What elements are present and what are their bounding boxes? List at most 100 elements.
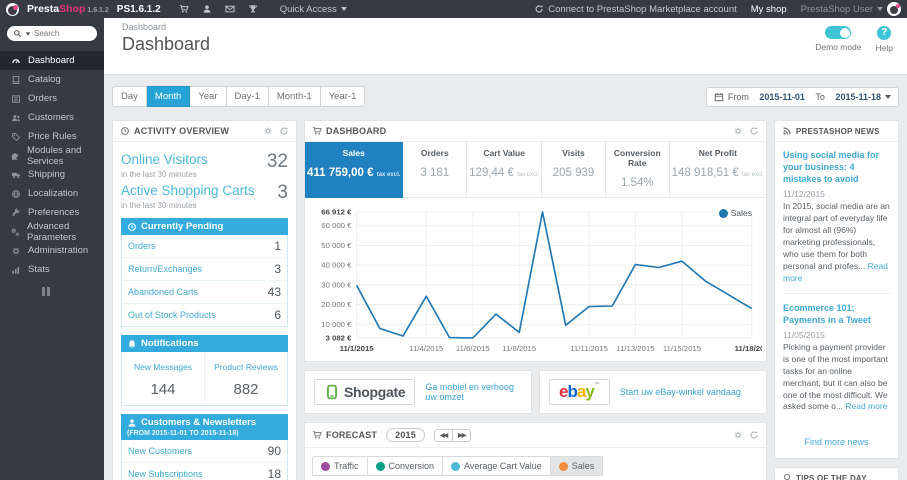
sidebar-item-advanced-parameters[interactable]: Advanced Parameters xyxy=(0,220,104,243)
envelope-icon[interactable] xyxy=(225,4,235,14)
sidebar-item-price-rules[interactable]: Price Rules xyxy=(0,127,104,146)
activity-row: New Subscriptions 18 xyxy=(122,463,287,480)
kpi-visits[interactable]: Visits 205 939 xyxy=(542,142,606,198)
kpi-label: Orders xyxy=(420,148,449,158)
marketplace-link[interactable]: Connect to PrestaShop Marketplace accoun… xyxy=(534,4,737,15)
activity-row-link[interactable]: Return/Exchanges xyxy=(128,264,202,274)
kpi-value: 3 181 xyxy=(420,167,450,179)
sidebar-item-shipping[interactable]: Shipping xyxy=(0,165,104,184)
kpi-value: 1.54% xyxy=(620,177,654,189)
svg-text:50 000 €: 50 000 € xyxy=(321,241,352,250)
notification-stat: Product Reviews 882 xyxy=(205,352,287,405)
chart-legend[interactable]: Sales xyxy=(718,208,752,218)
gear-icon[interactable] xyxy=(263,126,273,136)
collapse-menu-button[interactable] xyxy=(42,287,104,296)
notification-link[interactable]: Product Reviews xyxy=(214,362,278,372)
read-more-link[interactable]: Read more xyxy=(783,261,888,283)
range-button-day-1[interactable]: Day-1 xyxy=(226,86,269,107)
sidebar-item-catalog[interactable]: Catalog xyxy=(0,70,104,89)
refresh-icon[interactable] xyxy=(749,126,759,136)
range-button-year[interactable]: Year xyxy=(190,86,227,107)
kpi-sales[interactable]: Sales 411 759,00 € tax excl. xyxy=(305,142,404,198)
find-more-news-link[interactable]: Find more news xyxy=(804,437,868,447)
article-title-link[interactable]: Ecommerce 101: Payments in a Tweet xyxy=(783,302,890,326)
sidebar-item-modules-and-services[interactable]: Modules and Services xyxy=(0,145,104,167)
next-year-button[interactable]: ▶▶ xyxy=(452,428,472,442)
notification-value: 144 xyxy=(150,381,176,398)
trophy-icon[interactable] xyxy=(248,4,258,14)
read-more-link[interactable]: Read more xyxy=(845,401,887,411)
sidebar-item-dashboard[interactable]: Dashboard xyxy=(0,51,104,70)
sidebar-item-label: Customers xyxy=(28,112,74,123)
forecast-legend-sales[interactable]: Sales xyxy=(550,457,603,475)
sidebar-item-customers[interactable]: Customers xyxy=(0,108,104,127)
activity-row-link[interactable]: New Customers xyxy=(128,446,192,456)
ebay-link[interactable]: Start uw eBay-winkel vandaag xyxy=(620,387,741,397)
activity-row-link[interactable]: New Subscriptions xyxy=(128,469,203,479)
shopgate-link[interactable]: Ga mobiel en verhoog uw omzet xyxy=(425,382,522,402)
search-input[interactable] xyxy=(34,29,86,38)
article-body: Picking a payment provider is one of the… xyxy=(783,341,888,412)
sidebar-item-stats[interactable]: Stats xyxy=(0,260,104,279)
sidebar-search[interactable] xyxy=(7,26,97,41)
legend-label: Sales xyxy=(571,461,595,471)
kpi-net-profit[interactable]: Net Profit 148 918,51 € tax excl. xyxy=(669,142,766,198)
sidebar-item-preferences[interactable]: Preferences xyxy=(0,203,104,222)
refresh-icon[interactable] xyxy=(749,430,759,440)
activity-row-link[interactable]: Abandoned Carts xyxy=(128,287,198,297)
person-icon[interactable] xyxy=(202,4,212,14)
range-button-day[interactable]: Day xyxy=(112,86,147,107)
activity-stat-link[interactable]: Online Visitors xyxy=(121,152,208,167)
help-icon[interactable]: ? xyxy=(877,26,892,40)
globe-icon xyxy=(10,189,21,199)
search-icon xyxy=(13,29,22,38)
cart-icon[interactable] xyxy=(179,4,189,14)
news-article: Ecommerce 101: Payments in a Tweet 11/05/… xyxy=(783,302,890,422)
kpi-cart-value[interactable]: Cart Value 129,44 € tax excl. xyxy=(467,142,543,198)
legend-dot-icon xyxy=(558,461,568,471)
shopgate-banner[interactable]: Shopgate Ga mobiel en verhoog uw omzet xyxy=(304,370,532,414)
kpi-orders[interactable]: Orders 3 181 xyxy=(403,142,468,198)
date-range-button[interactable]: From 2015-11-01 To 2015-11-18 xyxy=(705,86,899,107)
range-button-month-1[interactable]: Month-1 xyxy=(268,86,321,107)
activity-stat-link[interactable]: Active Shopping Carts xyxy=(121,183,255,198)
kpi-conversion-rate[interactable]: Conversion Rate 1.54% xyxy=(605,142,670,198)
gear-icon[interactable] xyxy=(733,126,743,136)
range-button-month[interactable]: Month xyxy=(146,86,191,107)
sidebar-item-orders[interactable]: Orders xyxy=(0,89,104,108)
gear-icon[interactable] xyxy=(733,430,743,440)
tips-of-the-day-panel: TIPS OF THE DAY ingenico Paymentservices… xyxy=(774,467,899,480)
gears-icon xyxy=(10,227,20,237)
refresh-icon[interactable] xyxy=(279,126,289,136)
clock-icon xyxy=(127,222,137,232)
activity-row-link[interactable]: Orders xyxy=(128,241,156,251)
activity-big-stat: Online Visitors in the last 30 minutes 32 xyxy=(121,151,288,179)
range-button-year-1[interactable]: Year-1 xyxy=(320,86,366,107)
forecast-legend-average-cart-value[interactable]: Average Cart Value xyxy=(443,457,551,475)
gauge-icon xyxy=(10,56,21,66)
demo-mode-toggle[interactable] xyxy=(825,26,852,39)
legend-dot-icon xyxy=(718,208,728,218)
previous-year-button[interactable]: ◀◀ xyxy=(433,428,453,442)
activity-row-link[interactable]: Out of Stock Products xyxy=(128,310,216,320)
sidebar-item-administration[interactable]: Administration xyxy=(0,241,104,260)
section-title: Notifications xyxy=(141,338,199,349)
svg-text:3 082 €: 3 082 € xyxy=(326,334,353,343)
modules-icon xyxy=(10,151,20,161)
sidebar-item-localization[interactable]: Localization xyxy=(0,184,104,203)
activity-section: Customers & Newsletters (FROM 2015-11-01 … xyxy=(121,414,288,480)
ebay-banner[interactable]: ebay™ Start uw eBay-winkel vandaag xyxy=(539,370,767,414)
user-menu[interactable]: PrestaShop User xyxy=(801,2,901,16)
article-title-link[interactable]: Using social media for your business: 4 … xyxy=(783,149,890,185)
sidebar-item-label: Advanced Parameters xyxy=(27,220,77,243)
kpi-value: 148 918,51 € tax excl. xyxy=(671,167,764,179)
legend-label: Sales xyxy=(730,208,752,218)
notification-link[interactable]: New Messages xyxy=(134,362,192,372)
quick-access-menu[interactable]: Quick Access xyxy=(280,4,347,15)
my-shop-link[interactable]: My shop xyxy=(751,4,787,15)
kpi-row: Sales 411 759,00 € tax excl. Orders 3 181 Ca… xyxy=(305,142,766,198)
forecast-legend-traffic[interactable]: Traffic xyxy=(313,457,368,475)
forecast-legend-conversion[interactable]: Conversion xyxy=(367,457,444,475)
legend-dot-icon xyxy=(451,461,461,471)
calendar-icon xyxy=(714,92,724,102)
